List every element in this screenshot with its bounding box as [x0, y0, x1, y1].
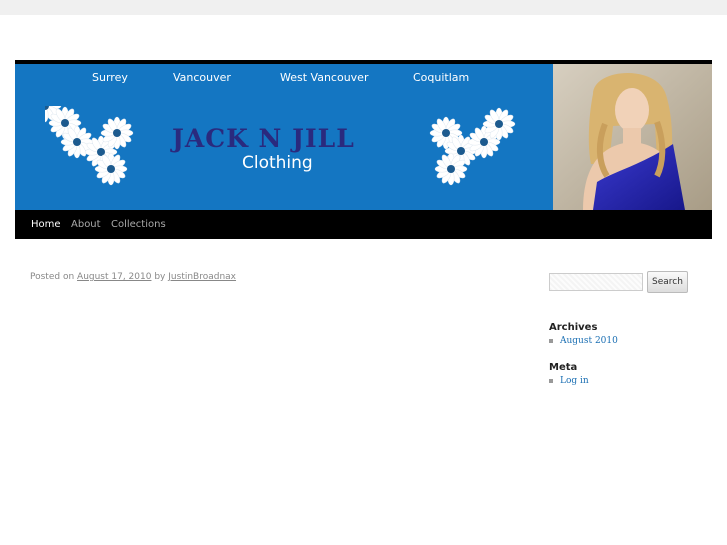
post-meta: Posted on August 17, 2010 by JustinBroad… [30, 272, 236, 282]
meta-title: Meta [549, 362, 578, 373]
search-input[interactable] [549, 273, 643, 291]
author-link[interactable]: JustinBroadnax [168, 272, 236, 282]
city-west-vancouver: West Vancouver [280, 71, 369, 84]
by-label: by [154, 272, 166, 282]
nav-item-collections[interactable]: Collections [111, 210, 166, 239]
archives-title: Archives [549, 322, 598, 333]
brand-subtitle: Clothing [242, 153, 313, 173]
meta-item-login[interactable]: Log in [549, 376, 589, 386]
main-nav: Home About Collections [15, 210, 712, 239]
model-photo [553, 64, 712, 210]
nav-item-home[interactable]: Home [31, 210, 61, 239]
meta-item-label: Log in [560, 376, 589, 386]
city-surrey: Surrey [92, 71, 128, 84]
top-strip [0, 0, 727, 15]
city-coquitlam: Coquitlam [413, 71, 470, 84]
post-date-link[interactable]: August 17, 2010 [77, 272, 151, 282]
archive-item-label: August 2010 [560, 336, 618, 346]
city-list: Surrey Vancouver West Vancouver Coquitla… [15, 71, 553, 87]
city-vancouver: Vancouver [173, 71, 231, 84]
bullet-icon [549, 338, 553, 343]
daisy-flowers-left-icon [45, 106, 134, 186]
daisy-flowers-right-icon [429, 107, 516, 186]
posted-on-label: Posted on [30, 272, 75, 282]
nav-item-about[interactable]: About [71, 210, 101, 239]
search-button[interactable]: Search [647, 271, 688, 293]
archive-item[interactable]: August 2010 [549, 336, 618, 346]
header-banner[interactable]: Surrey Vancouver West Vancouver Coquitla… [15, 64, 712, 210]
brand-title: JACK N JILL [172, 124, 355, 153]
bullet-icon [549, 378, 553, 383]
